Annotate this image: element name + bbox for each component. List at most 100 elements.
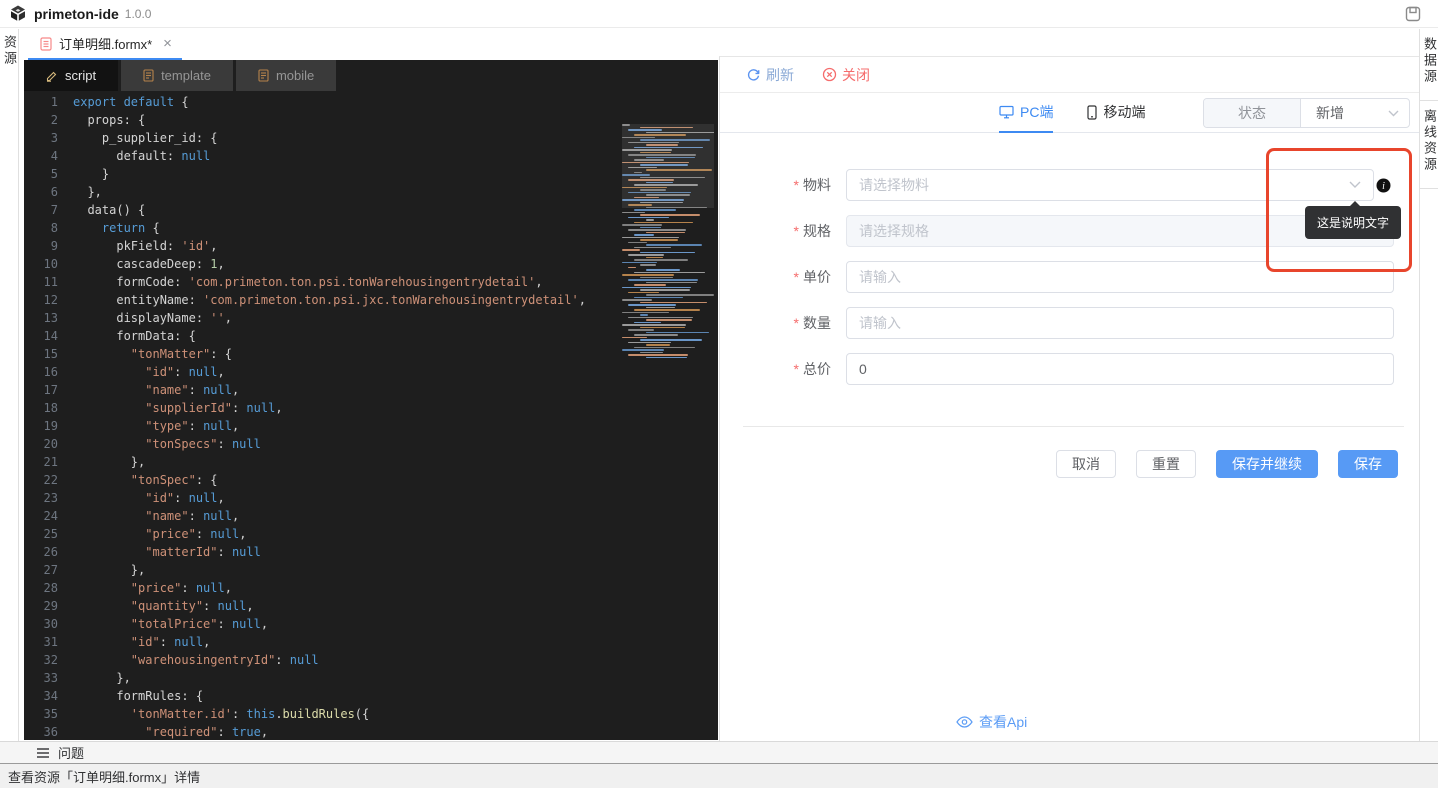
divider xyxy=(743,426,1404,427)
material-select[interactable]: 请选择物料 xyxy=(846,169,1374,201)
problems-label: 问题 xyxy=(58,743,84,762)
code-line: 1export default { xyxy=(24,93,718,111)
app-name: primeton-ide xyxy=(34,6,119,22)
code-line: 20 "tonSpecs": null xyxy=(24,435,718,453)
code-line: 9 pkField: 'id', xyxy=(24,237,718,255)
code-line: 35 'tonMatter.id': this.buildRules({ xyxy=(24,705,718,723)
code-line: 4 default: null xyxy=(24,147,718,165)
close-icon[interactable]: × xyxy=(163,36,172,51)
left-rail: 资源 xyxy=(0,29,19,741)
status-label: 状态 xyxy=(1204,99,1301,127)
quantity-input[interactable] xyxy=(846,307,1394,339)
required-marker: * xyxy=(794,223,799,239)
list-icon xyxy=(36,747,50,759)
app-window: primeton-ide 1.0.0 资源 数据源 离线资源 订单明细.form… xyxy=(0,0,1438,788)
code-line: 6 }, xyxy=(24,183,718,201)
field-label: 总价 xyxy=(803,361,831,377)
pencil-icon xyxy=(46,70,58,82)
form-button-row: 取消 重置 保存并继续 保存 xyxy=(1056,450,1398,478)
code-line: 18 "supplierId": null, xyxy=(24,399,718,417)
close-circle-icon xyxy=(822,67,837,82)
title-bar: primeton-ide 1.0.0 xyxy=(0,0,1438,28)
status-bar: 查看资源「订单明细.formx」详情 xyxy=(0,763,1438,788)
info-icon[interactable]: i xyxy=(1376,178,1391,193)
editor-tab-bar: script template mobile xyxy=(24,60,718,91)
code-line: 25 "price": null, xyxy=(24,525,718,543)
code-line: 19 "type": null, xyxy=(24,417,718,435)
field-label: 单价 xyxy=(803,269,831,285)
app-logo-icon xyxy=(8,4,28,24)
required-marker: * xyxy=(794,315,799,331)
sidebar-item-resources[interactable]: 资源 xyxy=(0,35,19,67)
device-tab-row: PC端 移动端 状态 新增 xyxy=(720,93,1419,133)
code-line: 33 }, xyxy=(24,669,718,687)
code-line: 17 "name": null, xyxy=(24,381,718,399)
code-editor[interactable]: 1export default {2 props: {3 p_supplier_… xyxy=(24,91,718,740)
sidebar-item-datasource[interactable]: 数据源 xyxy=(1420,29,1438,101)
form-preview-panel: 刷新 关闭 PC端 xyxy=(719,56,1419,763)
code-line: 2 props: { xyxy=(24,111,718,129)
code-line: 10 cascadeDeep: 1, xyxy=(24,255,718,273)
tab-pc[interactable]: PC端 xyxy=(999,93,1053,133)
status-bar-text: 查看资源「订单明细.formx」详情 xyxy=(8,767,200,786)
svg-text:i: i xyxy=(1382,181,1385,192)
code-line: 21 }, xyxy=(24,453,718,471)
code-line: 34 formRules: { xyxy=(24,687,718,705)
tab-script[interactable]: script xyxy=(24,60,118,91)
code-line: 5 } xyxy=(24,165,718,183)
tab-mobile[interactable]: mobile xyxy=(236,60,336,91)
field-label: 规格 xyxy=(803,223,831,239)
field-label: 数量 xyxy=(803,315,831,331)
chevron-down-icon xyxy=(1388,110,1399,117)
file-icon xyxy=(40,37,52,51)
code-line: 27 }, xyxy=(24,561,718,579)
required-marker: * xyxy=(794,269,799,285)
minimap-viewport[interactable] xyxy=(622,124,714,208)
code-line: 16 "id": null, xyxy=(24,363,718,381)
file-tab-label: 订单明细.formx* xyxy=(59,34,152,53)
code-line: 11 formCode: 'com.primeton.ton.psi.tonWa… xyxy=(24,273,718,291)
save-layout-icon[interactable] xyxy=(1404,5,1422,23)
right-rail: 数据源 离线资源 xyxy=(1419,29,1438,763)
field-label: 物料 xyxy=(803,177,831,193)
save-button[interactable]: 保存 xyxy=(1338,450,1398,478)
code-line: 32 "warehousingentryId": null xyxy=(24,651,718,669)
document-icon xyxy=(143,69,154,82)
chevron-down-icon xyxy=(1349,181,1361,189)
app-version: 1.0.0 xyxy=(125,7,152,21)
code-line: 7 data() { xyxy=(24,201,718,219)
code-lines: 1export default {2 props: {3 p_supplier_… xyxy=(24,93,718,740)
code-line: 15 "tonMatter": { xyxy=(24,345,718,363)
cancel-button[interactable]: 取消 xyxy=(1056,450,1116,478)
tab-mobile-device[interactable]: 移动端 xyxy=(1087,93,1145,133)
phone-icon xyxy=(1087,105,1097,120)
save-and-continue-button[interactable]: 保存并继续 xyxy=(1216,450,1318,478)
total-price-input[interactable] xyxy=(846,353,1394,385)
code-line: 8 return { xyxy=(24,219,718,237)
problems-bar[interactable]: 问题 xyxy=(0,741,1438,763)
status-select-group: 状态 新增 xyxy=(1203,98,1410,128)
required-marker: * xyxy=(794,361,799,377)
code-line: 30 "totalPrice": null, xyxy=(24,615,718,633)
code-editor-panel: script template mobile 1export default {… xyxy=(24,60,718,740)
file-tab-order-detail[interactable]: 订单明细.formx* × xyxy=(28,29,182,60)
tab-template[interactable]: template xyxy=(121,60,233,91)
reset-button[interactable]: 重置 xyxy=(1136,450,1196,478)
code-line: 14 formData: { xyxy=(24,327,718,345)
refresh-button[interactable]: 刷新 xyxy=(746,65,794,85)
tooltip: 这是说明文字 xyxy=(1305,206,1401,239)
eye-icon xyxy=(956,716,973,728)
close-preview-button[interactable]: 关闭 xyxy=(822,65,870,85)
sidebar-item-offline-resources[interactable]: 离线资源 xyxy=(1420,101,1438,189)
minimap[interactable] xyxy=(622,124,714,362)
code-line: 29 "quantity": null, xyxy=(24,597,718,615)
preview-toolbar: 刷新 关闭 xyxy=(720,57,1419,93)
monitor-icon xyxy=(999,105,1014,119)
code-line: 3 p_supplier_id: { xyxy=(24,129,718,147)
view-api-link[interactable]: 查看Api xyxy=(956,712,1027,732)
code-line: 26 "matterId": null xyxy=(24,543,718,561)
code-line: 36 "required": true, xyxy=(24,723,718,740)
code-line: 22 "tonSpec": { xyxy=(24,471,718,489)
status-select[interactable]: 新增 xyxy=(1301,99,1409,127)
unit-price-input[interactable] xyxy=(846,261,1394,293)
